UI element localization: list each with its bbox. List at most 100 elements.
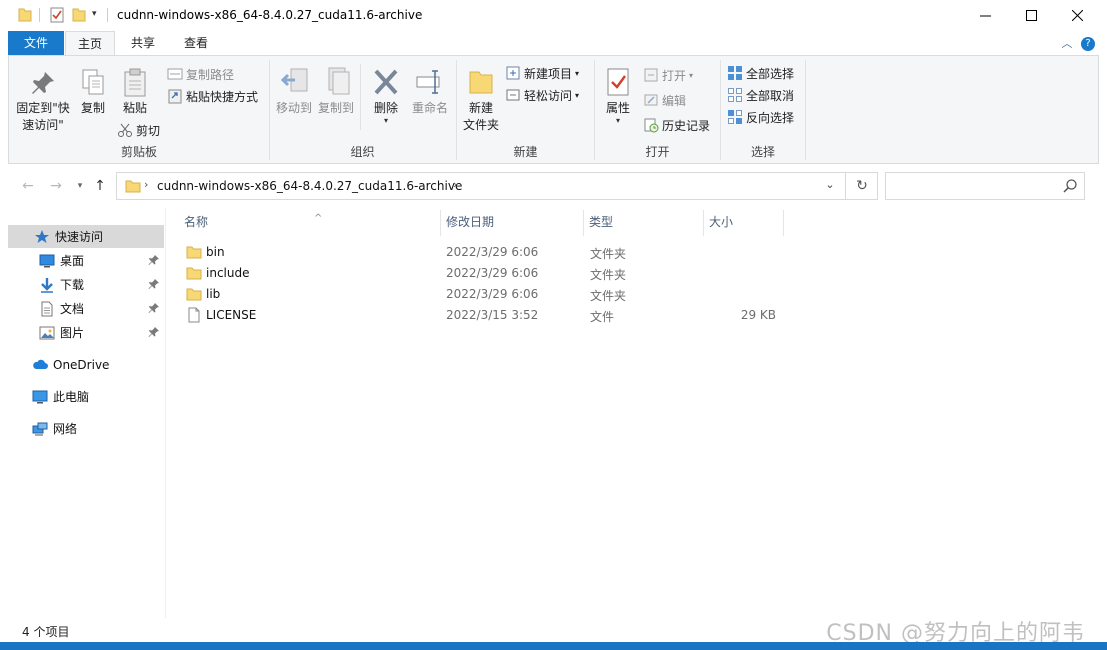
- breadcrumb-path[interactable]: cudnn-windows-x86_64-8.4.0.27_cuda11.6-a…: [157, 179, 462, 193]
- column-header-type[interactable]: 类型: [583, 208, 703, 236]
- file-type: 文件夹: [590, 268, 627, 282]
- copy-button[interactable]: 复制: [75, 68, 111, 117]
- recent-locations-chevron-icon[interactable]: ▾: [70, 176, 90, 196]
- new-folder-icon[interactable]: [72, 7, 86, 23]
- new-item-button[interactable]: 新建项目 ▾: [505, 63, 579, 83]
- collapse-ribbon-chevron-icon[interactable]: ︿: [1060, 37, 1074, 51]
- help-icon[interactable]: ?: [1081, 37, 1095, 51]
- open-icon: [644, 68, 658, 82]
- paste-shortcut-label: 粘贴快捷方式: [186, 89, 259, 104]
- select-all-button[interactable]: 全部选择: [727, 63, 794, 83]
- sidebar-item-documents[interactable]: 文档: [8, 297, 164, 320]
- sidebar-item-downloads[interactable]: 下载: [8, 273, 164, 296]
- address-dropdown-chevron-icon[interactable]: ⌄: [821, 178, 839, 196]
- search-input[interactable]: [892, 177, 1052, 195]
- select-none-label: 全部取消: [746, 88, 795, 103]
- paste-button[interactable]: 粘贴: [115, 68, 155, 117]
- paste-shortcut-button[interactable]: 粘贴快捷方式: [167, 86, 258, 106]
- pin-icon[interactable]: [148, 302, 160, 314]
- move-to-label: 移动到: [275, 101, 312, 115]
- search-icon[interactable]: [1062, 178, 1078, 194]
- sidebar-item-network[interactable]: 网络: [8, 417, 164, 440]
- select-none-button[interactable]: 全部取消: [727, 85, 794, 105]
- table-row[interactable]: include 2022/3/29 6:06 文件夹: [177, 263, 777, 284]
- edit-label: 编辑: [662, 93, 687, 108]
- table-row[interactable]: LICENSE 2022/3/15 3:52 文件 29 KB: [177, 305, 777, 326]
- file-type: 文件夹: [590, 247, 627, 261]
- table-row[interactable]: lib 2022/3/29 6:06 文件夹: [177, 284, 777, 305]
- clipboard-icon: [124, 68, 146, 97]
- copy-path-button[interactable]: 复制路径: [167, 64, 234, 84]
- clipboard-group: 固定到"快 速访问" 复制 粘贴 复制路径 粘贴快捷方式 剪切 剪贴板: [9, 56, 269, 163]
- tab-share[interactable]: 共享: [119, 31, 167, 55]
- sidebar-item-quick-access[interactable]: 快速访问: [8, 225, 164, 248]
- open-button[interactable]: 打开 ▾: [643, 65, 693, 85]
- folder-icon: [186, 246, 202, 259]
- move-to-button[interactable]: 移动到: [274, 66, 314, 117]
- minimize-button[interactable]: [962, 0, 1008, 31]
- column-header-size[interactable]: 大小: [703, 208, 783, 236]
- refresh-button[interactable]: ↻: [845, 173, 878, 199]
- new-group-label: 新建: [513, 145, 538, 159]
- tab-home[interactable]: 主页: [65, 31, 115, 56]
- copy-to-button[interactable]: 复制到: [316, 66, 356, 117]
- organize-group-label: 组织: [350, 145, 375, 159]
- forward-arrow-icon[interactable]: →: [46, 176, 66, 196]
- divider: [360, 64, 361, 130]
- properties-icon: [607, 68, 629, 96]
- pin-icon[interactable]: [148, 254, 160, 266]
- delete-dropdown-chevron-icon[interactable]: ▾: [366, 117, 406, 125]
- delete-label: 删除: [373, 101, 398, 115]
- table-row[interactable]: bin 2022/3/29 6:06 文件夹: [177, 242, 777, 263]
- easy-access-button[interactable]: 轻松访问 ▾: [505, 85, 579, 105]
- select-all-icon: [728, 66, 742, 80]
- rename-button[interactable]: 重命名: [408, 66, 452, 117]
- breadcrumb-chevron-icon[interactable]: ›: [144, 178, 148, 191]
- column-header-date[interactable]: 修改日期: [440, 208, 583, 236]
- edit-button[interactable]: 编辑: [643, 90, 686, 110]
- sidebar-item-label: 此电脑: [53, 390, 90, 404]
- pin-quick-access-button[interactable]: 固定到"快 速访问": [13, 68, 73, 134]
- invert-selection-button[interactable]: 反向选择: [727, 107, 794, 127]
- delete-button[interactable]: 删除 ▾: [366, 66, 406, 125]
- up-arrow-icon[interactable]: ↑: [90, 176, 110, 196]
- sidebar-item-label: 图片: [60, 326, 85, 340]
- close-button[interactable]: [1054, 0, 1100, 31]
- copy-icon: [82, 69, 104, 95]
- new-item-label: 新建项目: [524, 66, 573, 81]
- history-button[interactable]: 历史记录: [643, 115, 710, 135]
- open-label: 打开: [662, 68, 687, 83]
- sidebar-item-label: 文档: [60, 302, 85, 316]
- tab-file[interactable]: 文件: [8, 31, 64, 55]
- new-folder-icon: [469, 71, 493, 94]
- sidebar-item-onedrive[interactable]: OneDrive: [8, 353, 164, 376]
- back-arrow-icon[interactable]: ←: [18, 176, 38, 196]
- breadcrumb-chevron-icon[interactable]: ›: [453, 178, 457, 191]
- sidebar-item-pictures[interactable]: 图片: [8, 321, 164, 344]
- column-header-name[interactable]: ^ 名称: [178, 208, 440, 236]
- pin-icon[interactable]: [148, 278, 160, 290]
- pin-icon[interactable]: [148, 326, 160, 338]
- easy-access-chevron-icon: ▾: [575, 90, 580, 100]
- sidebar-item-desktop[interactable]: 桌面: [8, 249, 164, 272]
- cut-label: 剪切: [136, 123, 161, 138]
- new-folder-button[interactable]: 新建 文件夹: [461, 66, 501, 134]
- properties-chevron-icon[interactable]: ▾: [601, 117, 635, 125]
- properties-button[interactable]: 属性 ▾: [601, 66, 635, 125]
- file-type: 文件夹: [590, 289, 627, 303]
- copy-path-label: 复制路径: [186, 67, 235, 82]
- properties-icon[interactable]: [50, 7, 64, 23]
- tab-view[interactable]: 查看: [171, 31, 221, 55]
- file-date: 2022/3/15 3:52: [446, 308, 539, 322]
- address-bar[interactable]: › cudnn-windows-x86_64-8.4.0.27_cuda11.6…: [116, 172, 878, 200]
- cut-button[interactable]: 剪切: [117, 120, 160, 140]
- title-bar: ▾ cudnn-windows-x86_64-8.4.0.27_cuda11.6…: [0, 0, 1107, 31]
- column-divider[interactable]: [783, 210, 784, 236]
- status-bar: 4 个项目 CSDN @努力向上的阿韦: [8, 618, 1099, 646]
- open-group: 属性 ▾ 打开 ▾ 编辑 历史记录 打开: [595, 56, 720, 163]
- customize-qa-chevron-icon[interactable]: ▾: [92, 9, 97, 19]
- search-box[interactable]: [885, 172, 1085, 200]
- copy-to-icon: [328, 67, 350, 95]
- sidebar-item-this-pc[interactable]: 此电脑: [8, 385, 164, 408]
- maximize-button[interactable]: [1008, 0, 1054, 31]
